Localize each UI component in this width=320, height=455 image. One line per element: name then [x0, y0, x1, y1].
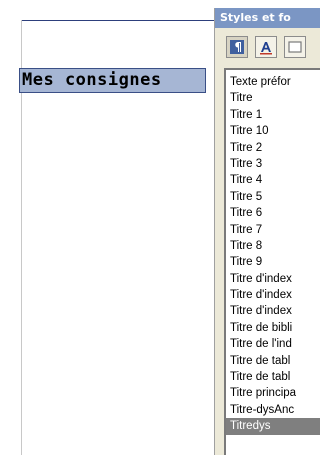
styles-and-formatting-panel: Styles et fo Texte préfor Titre Titre 1 … [214, 8, 320, 455]
style-list-item[interactable]: Titre de l'ind [226, 336, 320, 352]
frame-styles-icon [287, 39, 303, 55]
style-list-item[interactable]: Titre 1 [226, 107, 320, 123]
character-styles-icon [258, 39, 274, 55]
style-list-item[interactable]: Titre 2 [226, 140, 320, 156]
character-styles-button[interactable] [255, 36, 277, 58]
style-list-item[interactable]: Titre de bibli [226, 320, 320, 336]
style-list-item[interactable]: Titre principa [226, 385, 320, 401]
style-list-item[interactable]: Titre d'index [226, 271, 320, 287]
document-heading[interactable]: Mes consignes [19, 68, 206, 93]
style-list-item[interactable]: Texte préfor [226, 74, 320, 90]
style-list-item[interactable]: Titredys [226, 418, 320, 435]
paragraph-styles-icon [229, 39, 245, 55]
styles-list[interactable]: Texte préfor Titre Titre 1 Titre 10 Titre 2T… [224, 68, 320, 455]
style-list-item[interactable]: Titre 6 [226, 205, 320, 221]
style-list-item[interactable]: Titre 7 [226, 222, 320, 238]
style-category-toolbar [215, 36, 320, 60]
style-list-item[interactable]: Titre d'index [226, 287, 320, 303]
style-list-item[interactable]: Titre 9 [226, 254, 320, 270]
style-list-item[interactable]: Titre 10 [226, 123, 320, 139]
style-list-item[interactable]: Titre 5 [226, 189, 320, 205]
style-list-item[interactable]: Titre de tabl [226, 369, 320, 385]
style-list-item[interactable]: Titre [226, 90, 320, 106]
style-list-item[interactable]: Titre-dysAnc [226, 402, 320, 418]
paragraph-styles-button[interactable] [226, 36, 248, 58]
panel-title-bar[interactable]: Styles et fo [215, 8, 320, 28]
document-area[interactable]: Mes consignes [0, 0, 214, 455]
style-list-item[interactable]: Titre 4 [226, 172, 320, 188]
frame-styles-button[interactable] [284, 36, 306, 58]
style-list-item[interactable]: Titre de tabl [226, 353, 320, 369]
style-list-item[interactable]: Titre 3 [226, 156, 320, 172]
style-list-item[interactable]: Titre 8 [226, 238, 320, 254]
page-top-margin-line [21, 20, 214, 21]
style-list-item[interactable]: Titre d'index [226, 303, 320, 319]
